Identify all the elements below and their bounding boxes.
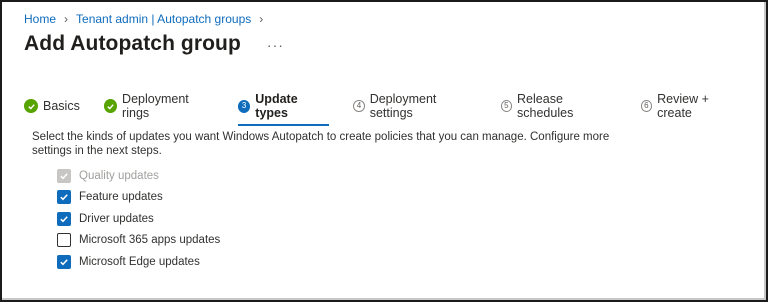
step-update-types[interactable]: 3 Update types [237,92,330,126]
option-m365-apps-updates[interactable]: Microsoft 365 apps updates [57,230,220,252]
checkbox-m365-apps-updates[interactable] [57,233,71,248]
step-number-badge: 4 [353,100,365,112]
step-label: Review + create [657,92,709,120]
step-basics[interactable]: Basics [24,99,80,119]
step-number-badge: 6 [640,100,653,112]
checkbox-feature-updates[interactable] [57,190,71,205]
step-label: Update types [255,92,298,120]
more-options-icon[interactable]: ··· [267,37,284,53]
option-label: Microsoft Edge updates [79,255,200,268]
option-label: Microsoft 365 apps updates [79,234,221,247]
chevron-right-icon: › [64,12,69,26]
step-label: Deployment settings [369,92,437,120]
step-label: Basics [43,99,80,113]
breadcrumb: Home › Tenant admin | Autopatch groups › [24,12,263,26]
option-edge-updates[interactable]: Microsoft Edge updates [57,251,220,273]
title-row: Add Autopatch group ··· [24,32,284,56]
step-review-create[interactable]: 6 Review + create [640,92,742,126]
step-label: Release schedules [517,92,574,120]
option-label: Quality updates [79,169,159,182]
step-number-badge: 3 [237,99,251,113]
step-label: Deployment rings [122,92,189,120]
option-label: Driver updates [79,212,154,225]
checkbox-quality-updates [57,168,71,183]
step-number-badge: 5 [500,100,513,112]
step-deployment-settings[interactable]: 4 Deployment settings [353,92,476,126]
step-release-schedules[interactable]: 5 Release schedules [500,92,617,126]
window-frame: Home › Tenant admin | Autopatch groups ›… [0,0,768,302]
chevron-right-icon: › [259,12,264,26]
breadcrumb-home-link[interactable]: Home [24,12,56,26]
checkbox-edge-updates[interactable] [57,254,71,269]
step-deployment-rings[interactable]: Deployment rings [103,92,214,126]
check-circle-icon [24,99,38,113]
description-text: Select the kinds of updates you want Win… [32,131,610,157]
breadcrumb-tenant-link[interactable]: Tenant admin | Autopatch groups [76,12,251,26]
option-quality-updates: Quality updates [57,165,220,187]
check-circle-icon [103,99,118,113]
option-feature-updates[interactable]: Feature updates [57,187,220,209]
update-type-options: Quality updates Feature updates Driver u… [57,165,220,273]
checkbox-driver-updates[interactable] [57,211,71,226]
option-label: Feature updates [79,191,163,204]
page-title: Add Autopatch group [24,32,241,55]
wizard-steps: Basics Deployment rings 3 Update types 4… [24,92,766,126]
option-driver-updates[interactable]: Driver updates [57,208,220,230]
